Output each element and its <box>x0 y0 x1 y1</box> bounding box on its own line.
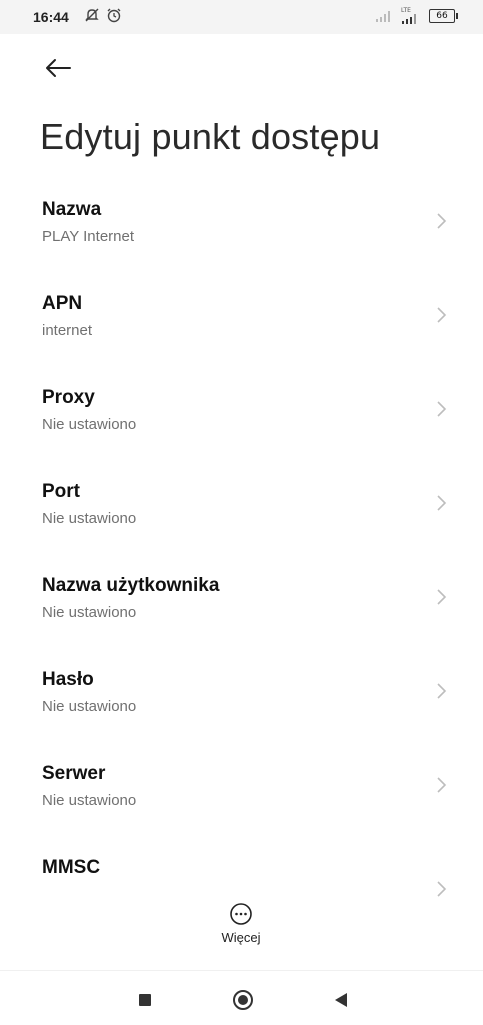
item-title: Nazwa użytkownika <box>42 575 220 596</box>
settings-item-proxy[interactable]: Proxy Nie ustawiono <box>0 373 483 467</box>
recent-apps-icon[interactable] <box>139 994 151 1006</box>
item-title: Hasło <box>42 669 94 690</box>
chevron-right-icon <box>437 881 447 897</box>
item-title: MMSC <box>42 857 101 878</box>
settings-item-server[interactable]: Serwer Nie ustawiono <box>0 749 483 843</box>
chevron-right-icon <box>437 777 447 793</box>
lte-signal: LTE <box>401 8 421 24</box>
lte-signal-icon <box>402 14 416 24</box>
page-title: Edytuj punkt dostępu <box>40 116 381 157</box>
more-label: Więcej <box>221 930 261 945</box>
item-value: internet <box>42 322 93 339</box>
more-button[interactable]: Więcej <box>211 902 271 958</box>
chevron-right-icon <box>437 213 447 229</box>
chevron-right-icon <box>437 589 447 605</box>
item-value: Nie ustawiono <box>42 698 137 715</box>
item-title: APN <box>42 293 83 314</box>
settings-item-password[interactable]: Hasło Nie ustawiono <box>0 655 483 749</box>
item-value: Nie ustawiono <box>42 416 137 433</box>
arrow-left-icon <box>46 59 71 77</box>
notification-off-icon <box>85 8 99 22</box>
settings-list: Nazwa PLAY Internet APN internet Proxy N… <box>0 185 483 937</box>
settings-item-nazwa[interactable]: Nazwa PLAY Internet <box>0 185 483 279</box>
more-horizontal-icon <box>230 903 252 925</box>
item-title: Nazwa <box>42 199 102 220</box>
nav-bar <box>0 970 483 1025</box>
item-title: Proxy <box>42 387 95 408</box>
item-value: Nie ustawiono <box>42 792 137 809</box>
item-value: Nie ustawiono <box>42 510 137 527</box>
back-button[interactable] <box>38 52 78 84</box>
item-value: PLAY Internet <box>42 228 135 245</box>
status-icons-right: LTE 66 <box>375 8 458 24</box>
item-value: Nie ustawiono <box>42 604 137 621</box>
settings-item-port[interactable]: Port Nie ustawiono <box>0 467 483 561</box>
alarm-icon <box>107 8 121 23</box>
signal-icon <box>376 11 390 22</box>
item-title: Port <box>42 481 80 502</box>
back-icon[interactable] <box>333 991 349 1009</box>
settings-item-apn[interactable]: APN internet <box>0 279 483 373</box>
item-title: Serwer <box>42 763 106 784</box>
chevron-right-icon <box>437 683 447 699</box>
status-bar: 16:44 LTE 66 <box>0 0 483 34</box>
chevron-right-icon <box>437 495 447 511</box>
chevron-right-icon <box>437 307 447 323</box>
battery-icon: 66 <box>429 9 458 23</box>
settings-item-username[interactable]: Nazwa użytkownika Nie ustawiono <box>0 561 483 655</box>
status-time: 16:44 <box>33 9 69 25</box>
status-icons-left <box>84 7 122 23</box>
home-icon[interactable] <box>232 989 254 1011</box>
chevron-right-icon <box>437 401 447 417</box>
